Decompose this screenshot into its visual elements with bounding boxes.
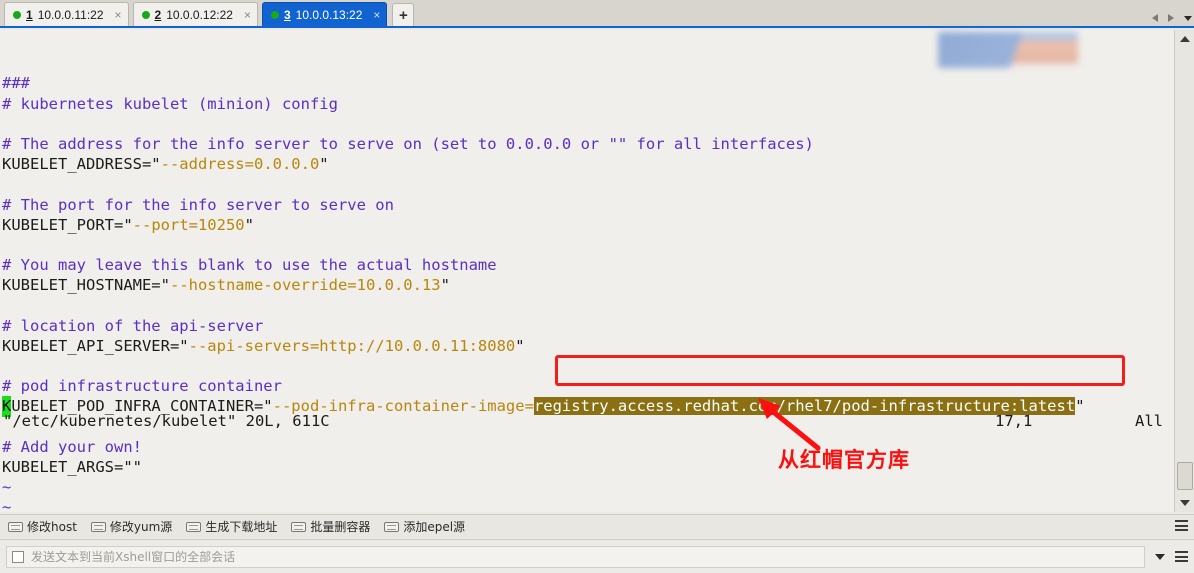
terminal-text-segment: KUBELET_HOSTNAME=" <box>2 276 170 295</box>
terminal-line: # The address for the info server to ser… <box>2 134 1174 154</box>
scrollbar-thumb[interactable] <box>1177 462 1193 490</box>
terminal-line: KUBELET_HOSTNAME="--hostname-override=10… <box>2 275 1174 295</box>
keyboard-icon <box>291 521 307 532</box>
terminal-text-segment: KUBELET_PORT=" <box>2 215 133 234</box>
tab-list-dropdown-icon[interactable] <box>1184 15 1192 21</box>
terminal-output[interactable]: ### # kubernetes kubelet (minion) config #… <box>0 30 1174 512</box>
terminal-vertical-scrollbar[interactable] <box>1174 30 1194 512</box>
terminal-line: # location of the api-server <box>2 316 1174 336</box>
quick-command-label: 生成下载地址 <box>205 520 278 534</box>
quick-command-generate-download-url[interactable]: 生成下载地址 <box>186 518 277 535</box>
terminal-text-segment: # The address for the info server to ser… <box>2 134 814 153</box>
keyboard-icon <box>384 521 400 532</box>
quick-command-bar-menu[interactable] <box>1175 520 1188 531</box>
vim-scroll-position: All <box>1135 411 1163 430</box>
session-tab-label: 10.0.0.11:22 <box>37 7 104 22</box>
terminal-text-segment: # location of the api-server <box>2 316 264 335</box>
quick-command-modify-yum-source[interactable]: 修改yum源 <box>90 518 173 535</box>
send-text-input-wrapper[interactable]: 发送文本到当前Xshell窗口的全部会话 <box>6 545 1145 568</box>
tab-bar-controls <box>1152 14 1192 22</box>
scroll-up-button[interactable] <box>1175 30 1194 48</box>
send-text-placeholder: 发送文本到当前Xshell窗口的全部会话 <box>31 550 236 564</box>
terminal-line: # The port for the info server to serve … <box>2 195 1174 215</box>
scroll-tabs-left-icon[interactable] <box>1152 14 1158 22</box>
terminal-text-segment: --address=0.0.0.0 <box>160 155 320 174</box>
session-status-indicator-icon <box>141 10 150 19</box>
keyboard-icon <box>186 521 202 532</box>
session-tab-number: 1 <box>26 7 33 22</box>
session-tab-label: 10.0.0.13:22 <box>295 7 363 22</box>
new-tab-button[interactable]: + <box>392 3 415 26</box>
chevron-down-icon[interactable] <box>1155 553 1165 560</box>
quick-command-label: 修改yum源 <box>109 520 173 534</box>
terminal-text-segment: " <box>244 215 254 234</box>
annotation-label: 从红帽官方库 <box>778 448 910 472</box>
session-status-indicator-icon <box>270 10 279 19</box>
send-to-all-sessions-checkbox[interactable] <box>12 550 24 563</box>
vim-cursor-position: 17,1 <box>995 411 1033 430</box>
session-status-indicator-icon <box>13 10 21 19</box>
session-tab-number: 2 <box>154 7 162 22</box>
keyboard-icon <box>8 521 23 532</box>
quick-command-label: 修改host <box>27 520 77 534</box>
redacted-watermark <box>938 32 1078 68</box>
session-tab-1[interactable]: 1 10.0.0.11:22 × <box>4 2 129 26</box>
quick-command-label: 批量删容器 <box>310 520 371 534</box>
close-icon[interactable]: × <box>115 9 122 21</box>
close-icon[interactable]: × <box>373 9 380 21</box>
terminal-text-segment: # The port for the info server to serve … <box>2 195 394 214</box>
quick-command-modify-host[interactable]: 修改host <box>8 518 77 535</box>
terminal-text-segment: " <box>515 336 525 355</box>
close-icon[interactable]: × <box>244 9 251 21</box>
terminal-text-segment: # You may leave this blank to use the ac… <box>2 256 497 275</box>
session-tab-3[interactable]: 3 10.0.0.13:22 × <box>261 2 388 26</box>
quick-command-label: 添加epel源 <box>403 520 466 534</box>
keyboard-icon <box>90 521 106 532</box>
terminal-text-segment: KUBELET_API_SERVER=" <box>2 336 189 355</box>
terminal-line: ### <box>2 73 1174 93</box>
scroll-down-button[interactable] <box>1175 494 1194 512</box>
menu-icon[interactable] <box>1175 551 1188 562</box>
terminal-text-segment: --port=10250 <box>132 215 245 234</box>
session-tab-2[interactable]: 2 10.0.0.12:22 × <box>132 2 258 26</box>
terminal-line: # You may leave this blank to use the ac… <box>2 255 1174 275</box>
quick-command-batch-delete-containers[interactable]: 批量删容器 <box>291 518 370 535</box>
terminal-text-segment: " <box>440 276 450 295</box>
terminal-line: KUBELET_ADDRESS="--address=0.0.0.0" <box>2 154 1174 174</box>
vim-file-status: "/etc/kubernetes/kubelet" 20L, 611C <box>3 411 330 430</box>
send-text-bar: 发送文本到当前Xshell窗口的全部会话 <box>0 539 1194 573</box>
terminal-text-segment: # kubernetes kubelet (minion) config <box>2 94 338 113</box>
session-tab-number: 3 <box>283 7 291 22</box>
tab-bar: 1 10.0.0.11:22 × 2 10.0.0.12:22 × 3 10.0… <box>0 0 1194 28</box>
scroll-tabs-right-icon[interactable] <box>1168 14 1174 22</box>
terminal-text-segment: ### <box>2 74 30 93</box>
send-bar-controls <box>1145 551 1188 562</box>
xshell-window: 1 10.0.0.11:22 × 2 10.0.0.12:22 × 3 10.0… <box>0 0 1194 573</box>
quick-command-bar: 修改host 修改yum源 生成下载地址 批量删容器 添加epel源 <box>0 514 1194 538</box>
menu-icon[interactable] <box>1175 520 1188 531</box>
quick-command-add-epel-source[interactable]: 添加epel源 <box>384 518 465 535</box>
terminal-line: # pod infrastructure container <box>2 376 1174 396</box>
terminal-text-segment: --hostname-override=10.0.0.13 <box>169 276 441 295</box>
vim-status-line: "/etc/kubernetes/kubelet" 20L, 611C 17,1… <box>0 411 1174 512</box>
terminal-line: KUBELET_PORT="--port=10250" <box>2 215 1174 235</box>
terminal-text-segment: # pod infrastructure container <box>2 377 282 396</box>
terminal-text-segment: " <box>319 155 329 174</box>
terminal-line: # kubernetes kubelet (minion) config <box>2 94 1174 114</box>
terminal-text-segment: KUBELET_ADDRESS=" <box>2 155 161 174</box>
session-tab-label: 10.0.0.12:22 <box>166 7 233 22</box>
terminal-line: KUBELET_API_SERVER="--api-servers=http:/… <box>2 336 1174 356</box>
terminal-text-segment: --api-servers=http://10.0.0.11:8080 <box>188 336 516 355</box>
